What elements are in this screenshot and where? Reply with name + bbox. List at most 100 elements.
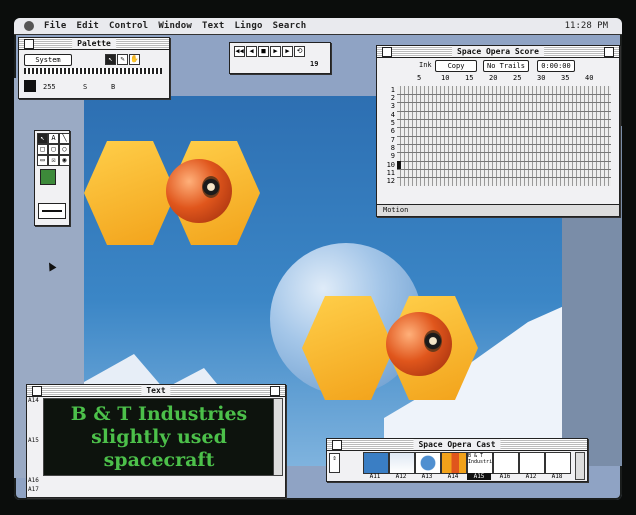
- score-grid[interactable]: [397, 86, 611, 186]
- cast-member-empty[interactable]: [545, 452, 571, 474]
- text-side-label: A16: [28, 477, 39, 484]
- tools-window[interactable]: ↖ A ╲ □ ▢ ○ ▭ ☒ ◉: [34, 130, 70, 226]
- ship-eye-icon: [202, 176, 220, 198]
- ship-cockpit-ball: [386, 312, 452, 376]
- palette-titlebar[interactable]: Palette: [19, 38, 169, 50]
- close-box-icon[interactable]: [24, 39, 34, 49]
- cast-member-a12[interactable]: [389, 452, 415, 474]
- text-line: spacecraft: [103, 448, 215, 471]
- cast-arrows-icon[interactable]: ⇕: [329, 453, 340, 473]
- loop-button[interactable]: ⟲: [294, 46, 305, 57]
- score-footer-bar[interactable]: Motion: [377, 204, 619, 216]
- palette-window[interactable]: Palette System ↖ ✎ ✋ 255 S B: [18, 37, 170, 99]
- arrow-tool-icon[interactable]: ↖: [105, 54, 116, 65]
- menu-window[interactable]: Window: [158, 21, 192, 31]
- text-window-title: Text: [141, 385, 171, 396]
- score-column-number: 35: [561, 74, 570, 82]
- score-column-number: 40: [585, 74, 594, 82]
- menu-file[interactable]: File: [44, 21, 66, 31]
- cast-cell-label: A18: [551, 473, 563, 480]
- ship-eye-icon: [424, 330, 442, 352]
- checkbox-tool-icon[interactable]: ☒: [48, 155, 59, 166]
- stop-button[interactable]: ■: [258, 46, 269, 57]
- score-row-number: 6: [390, 127, 395, 135]
- trails-dropdown[interactable]: No Trails: [483, 60, 529, 72]
- zoom-box-icon[interactable]: [270, 386, 280, 396]
- text-scrollbar[interactable]: [273, 398, 283, 476]
- step-back-button[interactable]: ◀: [246, 46, 257, 57]
- spaceship-sprite-bottom[interactable]: [302, 296, 480, 404]
- time-field[interactable]: 0:00:00: [537, 60, 575, 72]
- cast-window[interactable]: Space Opera Cast ⇕ B & T Industries A11 …: [326, 438, 588, 482]
- ship-cockpit-ball: [166, 159, 232, 223]
- score-column-number: 5: [417, 74, 422, 82]
- line-tool-icon[interactable]: ╲: [59, 133, 70, 144]
- cast-cell-label: A12: [525, 473, 537, 480]
- apple-menu-icon[interactable]: [24, 21, 34, 31]
- foreground-color-swatch[interactable]: [24, 80, 36, 92]
- spaceship-sprite-top[interactable]: [84, 141, 262, 249]
- menu-search[interactable]: Search: [273, 21, 307, 31]
- score-titlebar[interactable]: Space Opera Score: [377, 46, 619, 58]
- palette-value-field[interactable]: 255: [43, 83, 56, 91]
- round-rect-tool-icon[interactable]: ▢: [48, 144, 59, 155]
- close-box-icon[interactable]: [32, 386, 42, 396]
- text-window[interactable]: Text A14 A15 A16 A17 B & T Industries sl…: [26, 384, 286, 498]
- zoom-box-icon[interactable]: [604, 47, 614, 57]
- cast-cell-label: A14: [447, 473, 459, 480]
- ship-hex-wing-left: [84, 141, 176, 245]
- ship-hex-wing-left: [302, 296, 394, 400]
- playback-head[interactable]: [397, 161, 401, 169]
- palette-b-label: B: [111, 83, 116, 91]
- menu-text[interactable]: Text: [202, 21, 224, 31]
- ink-label: Ink: [419, 61, 432, 69]
- cast-scrollbar[interactable]: [575, 452, 585, 480]
- score-column-number: 10: [441, 74, 450, 82]
- palette-s-label: S: [83, 83, 88, 91]
- cast-member-a14[interactable]: [441, 452, 467, 474]
- button-tool-icon[interactable]: ▭: [37, 155, 48, 166]
- select-tool-icon[interactable]: ↖: [37, 133, 48, 144]
- play-button[interactable]: ▶: [282, 46, 293, 57]
- menu-bar: File Edit Control Window Text Lingo Sear…: [14, 18, 622, 35]
- cast-member-a13[interactable]: [415, 452, 441, 474]
- text-tool-icon[interactable]: A: [48, 133, 59, 144]
- score-column-number: 15: [465, 74, 474, 82]
- oval-tool-icon[interactable]: ○: [59, 144, 70, 155]
- hand-tool-icon[interactable]: ✋: [129, 54, 140, 65]
- score-column-number: 30: [537, 74, 546, 82]
- cast-member-empty[interactable]: [519, 452, 545, 474]
- text-line: B & T Industries: [70, 402, 248, 425]
- cast-cell-label: A13: [421, 473, 433, 480]
- pencil-tool-icon[interactable]: ✎: [117, 54, 128, 65]
- palette-dropdown[interactable]: System: [24, 54, 72, 66]
- rewind-button[interactable]: ◀◀: [234, 46, 245, 57]
- cast-member-text[interactable]: B & T Industries: [467, 452, 493, 474]
- foreground-color-chip[interactable]: [40, 169, 56, 185]
- close-box-icon[interactable]: [332, 440, 342, 450]
- radio-tool-icon[interactable]: ◉: [59, 155, 70, 166]
- cast-member-a11[interactable]: [363, 452, 389, 474]
- rectangle-tool-icon[interactable]: □: [37, 144, 48, 155]
- text-side-label: A15: [28, 437, 39, 444]
- line-width-selector[interactable]: [38, 203, 66, 219]
- menu-lingo[interactable]: Lingo: [235, 21, 263, 31]
- palette-title: Palette: [72, 38, 116, 49]
- cast-cell-label: A15: [467, 473, 491, 480]
- menu-control[interactable]: Control: [109, 21, 148, 31]
- cast-titlebar[interactable]: Space Opera Cast: [327, 439, 587, 451]
- score-window[interactable]: Space Opera Score Ink Copy No Trails 0:0…: [376, 45, 620, 217]
- text-editor-area[interactable]: B & T Industries slightly used spacecraf…: [43, 398, 275, 476]
- menu-edit[interactable]: Edit: [76, 21, 98, 31]
- color-swatch-strip[interactable]: [24, 68, 162, 74]
- control-panel-window[interactable]: ◀◀ ◀ ■ ▶ ▶ ⟲ 19: [229, 42, 331, 74]
- text-side-label: A17: [28, 486, 39, 493]
- text-titlebar[interactable]: Text: [27, 385, 285, 397]
- cast-cell-label: A11: [369, 473, 381, 480]
- ink-dropdown[interactable]: Copy: [435, 60, 477, 72]
- frame-counter: 19: [310, 60, 319, 68]
- close-box-icon[interactable]: [382, 47, 392, 57]
- cast-cell-label: A16: [499, 473, 511, 480]
- step-forward-button[interactable]: ▶: [270, 46, 281, 57]
- cast-member-empty[interactable]: [493, 452, 519, 474]
